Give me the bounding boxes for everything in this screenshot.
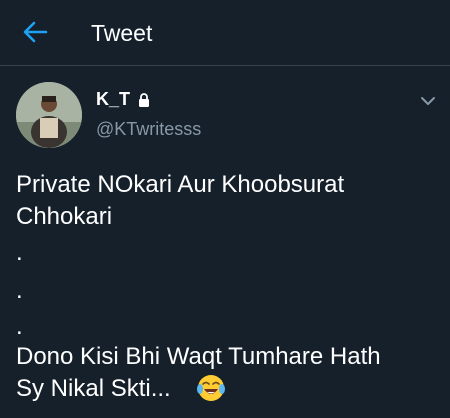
lock-icon (139, 93, 149, 107)
page-title: Tweet (91, 20, 153, 46)
tweet-text-line: Dono Kisi Bhi Waqt Tumhare Hath (16, 343, 381, 370)
face-with-tears-of-joy-icon (197, 375, 225, 401)
author-handle[interactable]: @KTwritesss (96, 118, 201, 140)
tweet-text-line: . (16, 239, 23, 266)
tweet-text-line: . (16, 277, 23, 304)
chevron-down-icon[interactable] (418, 91, 438, 111)
avatar[interactable] (16, 82, 82, 148)
arrow-left-icon[interactable] (22, 19, 48, 45)
tweet-text-line: Sy Nikal Skti... (16, 375, 171, 402)
tweet-text-line: Chhokari (16, 203, 113, 230)
top-bar: Tweet (0, 0, 450, 66)
tweet-text-line: Private NOkari Aur Khoobsurat (16, 171, 345, 198)
tweet-text-line: . (16, 313, 23, 340)
author-name[interactable]: K_T (96, 88, 130, 110)
